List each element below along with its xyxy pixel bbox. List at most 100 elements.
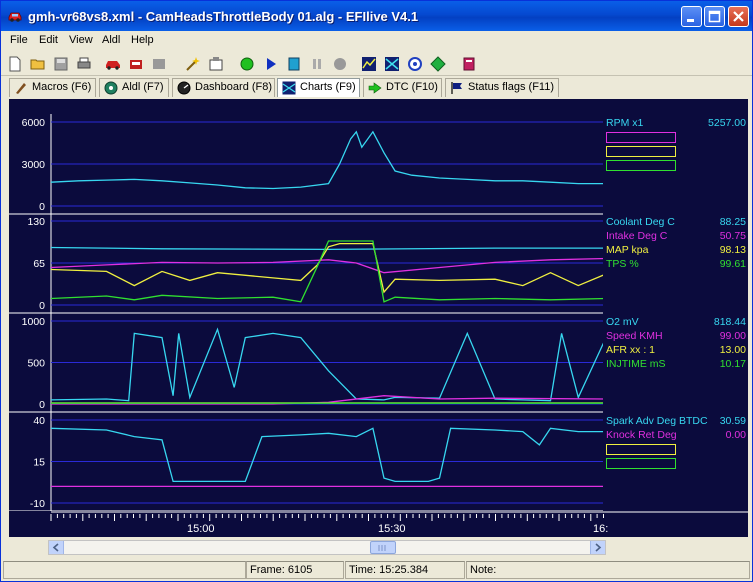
legend-label: Coolant Deg C <box>606 216 675 228</box>
y-tick-label: 0 <box>39 399 45 411</box>
chart-series <box>50 130 607 488</box>
tab-dtc[interactable]: DTC (F10) <box>363 78 442 97</box>
horizontal-scrollbar[interactable] <box>48 540 606 555</box>
open-folder-icon[interactable] <box>30 56 46 72</box>
macros-icon <box>16 83 26 94</box>
wizard-icon[interactable] <box>185 56 201 72</box>
connect-car-icon[interactable] <box>105 56 121 72</box>
scan-icon[interactable] <box>407 56 423 72</box>
time-label-1530: 15:30 <box>378 523 406 535</box>
legend-label: O2 mV <box>606 316 639 328</box>
series-tps <box>50 240 607 303</box>
tab-aldl[interactable]: Aldl (F7) <box>99 78 169 97</box>
y-tick-label: 40 <box>33 415 45 427</box>
tab-macros[interactable]: Macros (F6) <box>9 78 96 97</box>
legend-value: 50.75 <box>719 230 746 242</box>
arrow-right-icon <box>595 543 602 552</box>
legend-value: 5257.00 <box>708 117 746 129</box>
y-tick-label: 3000 <box>22 159 46 171</box>
time-axis: 15:00 15:30 16: <box>9 511 748 537</box>
maximize-button[interactable] <box>704 6 725 27</box>
print-icon[interactable] <box>76 56 92 72</box>
tab-status-flags[interactable]: Status flags (F11) <box>445 78 559 97</box>
tab-charts-label: Charts (F9) <box>300 81 356 93</box>
book-icon[interactable] <box>461 56 477 72</box>
status-frame: Frame: 6105 <box>246 561 344 579</box>
series-spark-adv-deg-btdc <box>50 427 606 483</box>
new-file-icon[interactable] <box>7 56 23 72</box>
chart-plot-area[interactable]: 6000 3000 0 130 65 0 1000 500 0 40 15 -10 <box>9 99 608 537</box>
scroll-left-button[interactable] <box>49 541 64 554</box>
menu-aldl[interactable]: Aldl <box>102 34 120 46</box>
legend-label: TPS % <box>606 258 639 270</box>
menu-view[interactable]: View <box>69 34 93 46</box>
menu-bar: File Edit View Aldl Help <box>1 31 752 51</box>
go-online-icon[interactable] <box>239 56 255 72</box>
y-tick-label: 500 <box>27 358 45 370</box>
legend-empty-slot <box>606 146 676 157</box>
y-tick-label: 0 <box>39 201 45 213</box>
status-flags-icon <box>451 82 462 94</box>
chart-view-icon[interactable] <box>361 56 377 72</box>
dashboard-icon <box>177 81 191 95</box>
close-button[interactable] <box>728 6 749 27</box>
tab-aldl-label: Aldl (F7) <box>122 81 164 93</box>
legend-value: 818.44 <box>713 316 746 328</box>
step-icon[interactable] <box>286 56 302 72</box>
stop-icon[interactable] <box>332 56 348 72</box>
menu-file[interactable]: File <box>10 34 28 46</box>
legend-value: 13.00 <box>719 344 746 356</box>
play-icon[interactable] <box>263 56 279 72</box>
scroll-thumb[interactable] <box>370 541 396 554</box>
series-o2-mv <box>50 327 607 402</box>
toolbar <box>1 52 752 76</box>
time-label-1500: 15:00 <box>187 523 215 535</box>
legend-label: Knock Ret Deg <box>606 429 677 441</box>
legend-empty-slot <box>606 132 676 143</box>
status-time: Time: 15:25.384 <box>345 561 465 579</box>
minimize-button[interactable] <box>681 6 702 27</box>
tab-macros-label: Macros (F6) <box>32 81 92 93</box>
grip-icon <box>378 545 386 551</box>
legend-value: 30.59 <box>719 415 746 427</box>
legend-empty-slot <box>606 444 676 455</box>
charts-icon <box>282 81 296 95</box>
menu-help[interactable]: Help <box>131 34 154 46</box>
properties-icon[interactable] <box>208 56 224 72</box>
status-note: Note: <box>466 561 750 579</box>
title-bar[interactable]: gmh-vr68vs8.xml - CamHeadsThrottleBody 0… <box>1 1 752 31</box>
chart-zoom-icon[interactable] <box>384 56 400 72</box>
time-label-16: 16: <box>593 523 608 535</box>
legend-value: 88.25 <box>719 216 746 228</box>
tab-bar: Macros (F6) Aldl (F7) Dashboard (F8) Cha… <box>1 77 752 98</box>
disconnect-car-icon[interactable] <box>128 56 144 72</box>
legend-empty-slot <box>606 458 676 469</box>
tab-charts[interactable]: Charts (F9) <box>277 78 360 97</box>
y-tick-label: 65 <box>33 258 45 270</box>
chart-legend: RPM x1 5257.00 Coolant Deg C 88.25 Intake De… <box>603 99 748 511</box>
minimize-icon <box>687 19 694 22</box>
menu-edit[interactable]: Edit <box>39 34 58 46</box>
save-icon[interactable] <box>53 56 69 72</box>
diamond-icon[interactable] <box>430 56 446 72</box>
dtc-icon <box>368 82 382 94</box>
legend-label: Speed KMH <box>606 330 663 342</box>
pause-icon[interactable] <box>309 56 325 72</box>
legend-label: RPM x1 <box>606 117 644 129</box>
efilive-window: gmh-vr68vs8.xml - CamHeadsThrottleBody 0… <box>0 0 753 582</box>
scroll-right-button[interactable] <box>590 541 605 554</box>
record-gray-icon[interactable] <box>151 56 167 72</box>
y-tick-label: 0 <box>39 300 45 312</box>
legend-value: 99.61 <box>719 258 746 270</box>
tab-status-flags-label: Status flags (F11) <box>468 81 554 93</box>
tab-dashboard[interactable]: Dashboard (F8) <box>172 78 275 97</box>
legend-value: 0.00 <box>725 429 746 441</box>
time-ticks <box>50 511 748 521</box>
close-icon <box>733 11 744 22</box>
legend-value: 10.17 <box>719 358 746 370</box>
status-bar: Frame: 6105 Time: 15:25.384 Note: <box>1 559 752 581</box>
chart-grid <box>9 114 608 512</box>
y-tick-label: 130 <box>27 216 45 228</box>
series-intake-deg-c <box>50 257 607 274</box>
y-tick-label: 6000 <box>22 117 46 129</box>
